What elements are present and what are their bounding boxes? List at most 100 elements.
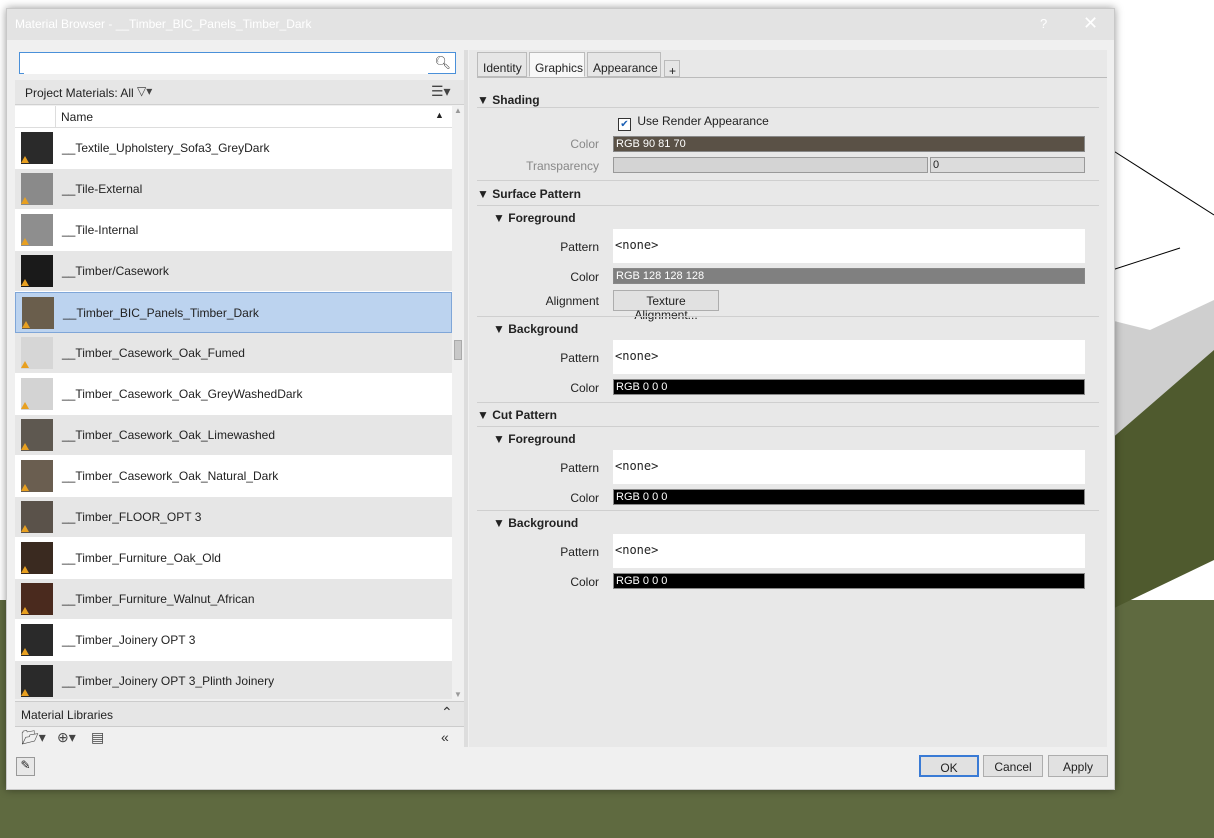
section-divider: [477, 426, 1099, 427]
use-render-appearance-checkbox[interactable]: ✔: [618, 118, 631, 131]
scrollbar-thumb[interactable]: [454, 340, 462, 360]
list-item[interactable]: __Timber_Casework_Oak_GreyWashedDark: [15, 374, 452, 415]
collapse-arrow-icon: ▼: [493, 516, 505, 530]
list-item[interactable]: __Timber_FLOOR_OPT 3: [15, 497, 452, 538]
add-asset-tab-button[interactable]: +: [664, 60, 680, 78]
surface-foreground-title: Foreground: [508, 211, 576, 225]
name-column-header[interactable]: Name: [61, 110, 93, 124]
transparency-slider[interactable]: [613, 157, 928, 173]
material-name: __Timber/Casework: [62, 264, 169, 278]
list-item[interactable]: __Timber_Joinery OPT 3: [15, 620, 452, 661]
list-header: Name ▲: [15, 106, 452, 128]
scroll-up-icon[interactable]: ▲: [454, 106, 462, 115]
surface-fg-color-swatch[interactable]: RGB 128 128 128: [613, 268, 1085, 284]
surface-fg-pattern-label: Pattern: [560, 240, 599, 254]
warning-icon: [21, 402, 29, 409]
cut-background-header[interactable]: ▼ Background: [493, 516, 578, 530]
surface-pattern-title: Surface Pattern: [492, 187, 581, 201]
thumbnail-column-header: [15, 106, 56, 127]
collapse-panel-icon[interactable]: «: [441, 729, 449, 745]
search-box[interactable]: 🔍︎: [19, 52, 456, 74]
list-item[interactable]: __Timber_Casework_Oak_Limewashed: [15, 415, 452, 456]
section-divider: [477, 180, 1099, 181]
cut-bg-color-label: Color: [570, 575, 599, 589]
use-render-appearance-option[interactable]: ✔ Use Render Appearance: [618, 114, 769, 131]
close-button[interactable]: ✕: [1083, 13, 1098, 34]
open-library-icon[interactable]: 📂︎▾: [21, 729, 46, 746]
tab-graphics[interactable]: Graphics: [529, 52, 585, 77]
project-materials-bar: Project Materials: All ▽▾ ☰▾: [15, 80, 464, 105]
surface-foreground-header[interactable]: ▼ Foreground: [493, 211, 576, 225]
list-item[interactable]: __Textile_Upholstery_Sofa3_GreyDark: [15, 128, 452, 169]
list-item[interactable]: __Timber_Casework_Oak_Fumed: [15, 333, 452, 374]
filter-icon[interactable]: ▽▾: [137, 84, 152, 98]
surface-fg-color-label: Color: [570, 270, 599, 284]
pane-splitter[interactable]: [464, 50, 468, 747]
cut-fg-color-swatch[interactable]: RGB 0 0 0: [613, 489, 1085, 505]
material-name: __Timber_Casework_Oak_Natural_Dark: [62, 469, 279, 483]
asset-browser-icon[interactable]: ▤: [91, 729, 104, 746]
scroll-down-icon[interactable]: ▼: [454, 690, 462, 699]
cancel-button[interactable]: Cancel: [983, 755, 1043, 777]
create-material-icon[interactable]: ⊕▾: [57, 729, 76, 746]
search-input[interactable]: [24, 54, 428, 74]
material-browser-dialog: Material Browser - __Timber_BIC_Panels_T…: [6, 8, 1115, 790]
warning-icon: [21, 689, 29, 696]
shading-title: Shading: [492, 93, 540, 107]
material-libraries-label: Material Libraries: [21, 708, 114, 722]
texture-alignment-button[interactable]: Texture Alignment...: [613, 290, 719, 322]
edit-material-icon[interactable]: ✎: [16, 757, 35, 776]
project-materials-label: Project Materials: All: [25, 86, 134, 100]
ok-button[interactable]: OK: [919, 755, 979, 777]
cut-bg-pattern-field[interactable]: <none>: [613, 534, 1085, 568]
cut-fg-pattern-field[interactable]: <none>: [613, 450, 1085, 484]
material-list[interactable]: Name ▲ __Textile_Upholstery_Sofa3_GreyDa…: [15, 106, 452, 699]
list-item[interactable]: __Timber/Casework: [15, 251, 452, 292]
warning-icon: [21, 156, 29, 163]
surface-background-title: Background: [508, 322, 579, 336]
surface-bg-color-swatch[interactable]: RGB 0 0 0: [613, 379, 1085, 395]
list-view-icon[interactable]: ☰▾: [431, 83, 451, 100]
warning-icon: [21, 197, 29, 204]
surface-pattern-section-header[interactable]: ▼ Surface Pattern: [477, 187, 581, 201]
search-icon[interactable]: 🔍︎: [434, 55, 451, 71]
material-name: __Timber_Joinery OPT 3_Plinth Joinery: [62, 674, 275, 688]
surface-fg-pattern-field[interactable]: <none>: [613, 229, 1085, 263]
material-name: __Timber_FLOOR_OPT 3: [62, 510, 202, 524]
surface-bg-pattern-field[interactable]: <none>: [613, 340, 1085, 374]
list-item[interactable]: __Timber_BIC_Panels_Timber_Dark: [15, 292, 452, 333]
transparency-input[interactable]: 0: [930, 157, 1085, 173]
help-button[interactable]: ?: [1040, 16, 1047, 31]
surface-background-header[interactable]: ▼ Background: [493, 322, 578, 336]
list-item[interactable]: __Tile-Internal: [15, 210, 452, 251]
title-bar[interactable]: Material Browser - __Timber_BIC_Panels_T…: [7, 9, 1114, 40]
material-name: __Tile-Internal: [62, 223, 139, 237]
tab-appearance[interactable]: Appearance: [587, 52, 661, 77]
section-divider: [477, 107, 1099, 108]
material-name: __Textile_Upholstery_Sofa3_GreyDark: [62, 141, 270, 155]
list-item[interactable]: __Timber_Furniture_Oak_Old: [15, 538, 452, 579]
apply-button[interactable]: Apply: [1048, 755, 1108, 777]
cut-fg-color-label: Color: [570, 491, 599, 505]
warning-icon: [21, 566, 29, 573]
dialog-title: Material Browser - __Timber_BIC_Panels_T…: [15, 17, 312, 31]
cut-bg-pattern-label: Pattern: [560, 545, 599, 559]
list-item[interactable]: __Timber_Casework_Oak_Natural_Dark: [15, 456, 452, 497]
list-scrollbar[interactable]: ▲ ▼: [453, 106, 464, 699]
list-item[interactable]: __Tile-External: [15, 169, 452, 210]
cut-pattern-section-header[interactable]: ▼ Cut Pattern: [477, 408, 557, 422]
cut-bg-color-swatch[interactable]: RGB 0 0 0: [613, 573, 1085, 589]
shading-color-swatch[interactable]: RGB 90 81 70: [613, 136, 1085, 152]
list-item[interactable]: __Timber_Furniture_Walnut_African: [15, 579, 452, 620]
material-libraries-bar[interactable]: Material Libraries ⌃: [15, 701, 464, 727]
tab-identity[interactable]: Identity: [477, 52, 527, 77]
expand-libraries-icon[interactable]: ⌃: [441, 704, 453, 721]
cut-foreground-header[interactable]: ▼ Foreground: [493, 432, 576, 446]
warning-icon: [21, 361, 29, 368]
shading-color-label: Color: [570, 137, 599, 151]
list-item[interactable]: __Timber_Joinery OPT 3_Plinth Joinery: [15, 661, 452, 699]
warning-icon: [21, 525, 29, 532]
material-name: __Timber_Furniture_Oak_Old: [62, 551, 221, 565]
shading-section-header[interactable]: ▼ Shading: [477, 93, 540, 107]
surface-bg-color-label: Color: [570, 381, 599, 395]
